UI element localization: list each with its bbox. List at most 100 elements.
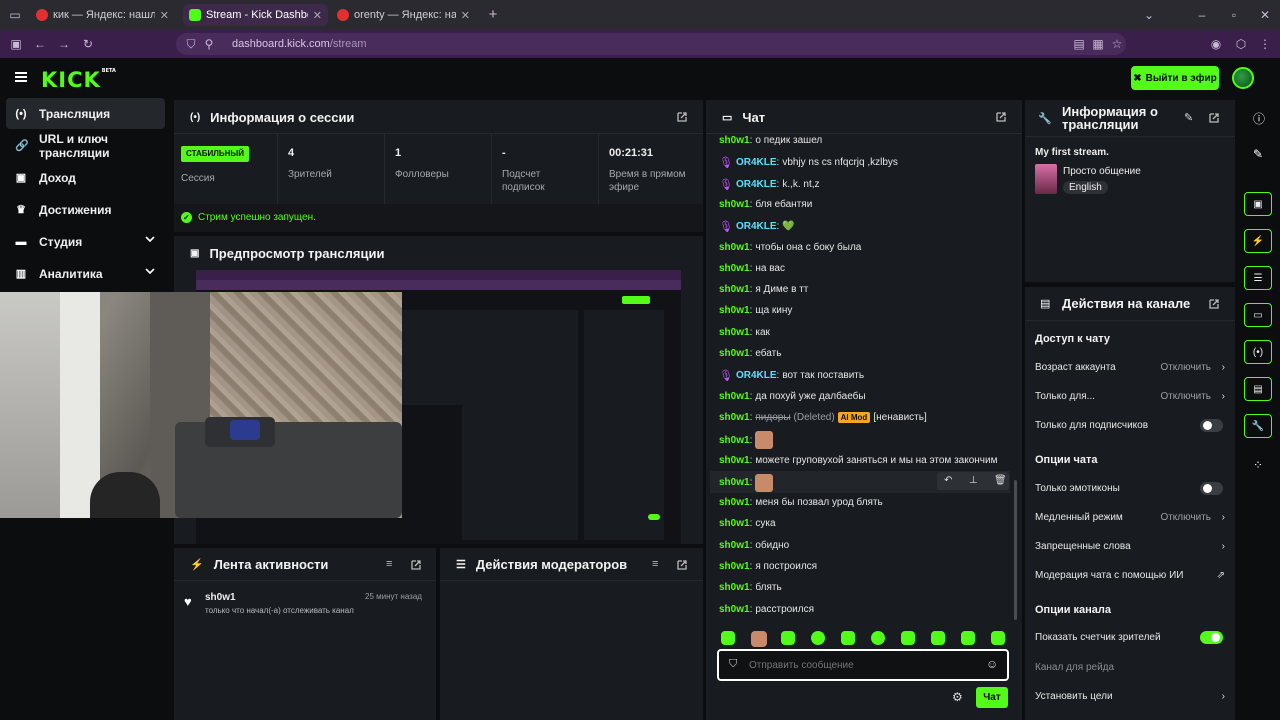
close-tab-icon[interactable]: ✕ [313, 9, 322, 22]
emote-icon[interactable] [781, 631, 795, 645]
chat-username[interactable]: sh0w1 [719, 518, 750, 529]
chevron-down-icon[interactable]: ⌄ [1142, 8, 1156, 22]
activity-user[interactable]: sh0w1 [205, 592, 236, 603]
hamburger-menu-icon[interactable] [15, 72, 27, 82]
chat-message-input[interactable] [749, 658, 979, 672]
close-tab-icon[interactable]: ✕ [461, 9, 470, 22]
send-chat-button[interactable]: Чат [976, 687, 1008, 708]
emotes-only-toggle[interactable] [1200, 482, 1223, 495]
rail-mod-actions-button[interactable]: ☰ [1244, 266, 1272, 290]
chat-username[interactable]: sh0w1 [719, 263, 750, 274]
extensions-icon[interactable]: ⬡ [1234, 37, 1248, 51]
reader-icon[interactable]: ▦ [1091, 37, 1105, 51]
chat-username[interactable]: sh0w1 [719, 540, 750, 551]
chat-emote-icon[interactable] [755, 431, 774, 450]
chat-username[interactable]: sh0w1 [719, 327, 750, 338]
chat-username[interactable]: OR4KLE [736, 179, 777, 190]
delete-icon[interactable]: 🗑 [994, 475, 1007, 486]
go-live-button[interactable]: ✖ Выйти в эфир [1131, 66, 1219, 90]
rail-channel-actions-button[interactable]: ▤ [1244, 377, 1272, 401]
sidebar-item-broadcast[interactable]: (•) Трансляция [6, 98, 165, 129]
bookmark-star-icon[interactable]: ☆ [1110, 37, 1124, 51]
filter-icon[interactable]: ≡ [386, 558, 392, 570]
sidebar-item-achievements[interactable]: ♛ Достижения [6, 194, 165, 225]
browser-tab-1[interactable]: кик — Яндекс: нашлось 236 тыс. результат… [30, 4, 175, 26]
rail-chat-button[interactable]: ▭ [1244, 303, 1272, 327]
chat-username[interactable]: sh0w1 [719, 199, 750, 210]
pin-icon[interactable]: ⊥ [969, 475, 978, 486]
rail-session-button[interactable]: ▣ [1244, 192, 1272, 216]
menu-icon[interactable]: ⋮ [1258, 37, 1272, 51]
maximize-icon[interactable]: ▫ [1227, 8, 1241, 22]
row-account-age[interactable]: Возраст аккаунта Отключить › [1035, 362, 1225, 373]
row-slow-mode[interactable]: Медленный режим Отключить › [1035, 512, 1225, 523]
url-field[interactable]: ⛉ ⚲ dashboard.kick.com/stream [176, 33, 1126, 55]
chat-input-box[interactable]: ⛉ ☺ [717, 649, 1009, 681]
emoji-picker-icon[interactable]: ☺ [986, 657, 998, 671]
forward-icon[interactable]: → [57, 37, 71, 51]
emote-icon[interactable] [811, 631, 825, 645]
popout-icon[interactable] [995, 111, 1007, 123]
edit-icon[interactable]: ✎ [1253, 147, 1263, 161]
chat-username[interactable]: sh0w1 [719, 348, 750, 359]
chat-scrollbar[interactable] [1014, 480, 1017, 620]
chat-username[interactable]: sh0w1 [719, 391, 750, 402]
chat-username[interactable]: sh0w1 [719, 582, 750, 593]
popout-icon[interactable] [1208, 298, 1220, 310]
chat-username[interactable]: OR4KLE [736, 221, 777, 232]
site-settings-icon[interactable]: ⚲ [202, 37, 216, 51]
emote-icon[interactable] [931, 631, 945, 645]
shield-icon[interactable]: ⛉ [729, 658, 737, 671]
screenshot-icon[interactable]: ▤ [1072, 37, 1086, 51]
chat-username[interactable]: OR4KLE [736, 370, 777, 381]
chat-username[interactable]: sh0w1 [719, 242, 750, 253]
kick-logo[interactable]: KICKBETA [41, 68, 116, 92]
browser-tab-2[interactable]: Stream - Kick Dashboard ✕ [183, 4, 328, 26]
filter-icon[interactable]: ≡ [652, 558, 658, 570]
category-name[interactable]: Просто общение [1063, 166, 1141, 177]
reply-icon[interactable]: ↶ [944, 475, 952, 486]
reload-icon[interactable]: ↻ [81, 37, 95, 51]
info-icon[interactable]: ⓘ [1253, 110, 1265, 127]
new-tab-button[interactable]: + [486, 7, 500, 22]
emote-icon[interactable] [841, 631, 855, 645]
back-icon[interactable]: ← [33, 37, 47, 51]
close-tab-icon[interactable]: ✕ [160, 9, 169, 22]
popout-icon[interactable] [676, 111, 688, 123]
emote-icon[interactable] [751, 631, 767, 647]
sidebar-item-analytics[interactable]: ▥ Аналитика [6, 258, 165, 289]
emote-icon[interactable] [991, 631, 1005, 645]
chat-username[interactable]: sh0w1 [719, 135, 750, 146]
shield-icon[interactable]: ⛉ [184, 37, 198, 51]
profile-icon[interactable]: ◉ [1209, 37, 1223, 51]
sidebar-item-url-key[interactable]: 🔗 URL и ключ трансляции [6, 130, 165, 161]
sidebar-item-studio[interactable]: ▬ Студия [6, 226, 165, 257]
rail-stream-info-button[interactable]: 🔧 [1244, 414, 1272, 438]
emote-icon[interactable] [901, 631, 915, 645]
close-window-icon[interactable]: ✕ [1258, 8, 1272, 22]
popout-icon[interactable] [1208, 112, 1220, 124]
subs-only-toggle[interactable] [1200, 419, 1223, 432]
chat-username[interactable]: sh0w1 [719, 435, 750, 446]
chat-username[interactable]: sh0w1 [719, 455, 750, 466]
row-set-goals[interactable]: Установить цели › [1035, 691, 1225, 702]
user-avatar[interactable] [1232, 67, 1254, 89]
chat-username[interactable]: sh0w1 [719, 412, 750, 423]
chat-username[interactable]: sh0w1 [719, 284, 750, 295]
popout-icon[interactable] [676, 559, 688, 571]
rail-activity-button[interactable]: ⚡ [1244, 229, 1272, 253]
layout-icon[interactable]: ⁘ [1253, 458, 1263, 472]
chat-username[interactable]: sh0w1 [719, 477, 750, 488]
emote-icon[interactable] [721, 631, 735, 645]
popout-icon[interactable] [410, 559, 422, 571]
browser-tab-3[interactable]: orenty — Яндекс: нашлось 2 тыс. результа… [331, 4, 476, 26]
chat-settings-gear-icon[interactable]: ⚙ [952, 690, 963, 704]
minimize-icon[interactable]: – [1195, 8, 1209, 22]
rail-broadcast-button[interactable]: (•) [1244, 340, 1272, 364]
sidebar-toggle-icon[interactable]: ▣ [9, 37, 23, 51]
row-raid-channel[interactable]: Канал для рейда [1035, 662, 1225, 673]
chat-username[interactable]: sh0w1 [719, 604, 750, 615]
chat-emote-icon[interactable] [755, 473, 774, 492]
row-banned-words[interactable]: Запрещенные слова › [1035, 541, 1225, 552]
row-ai-moderation[interactable]: Модерация чата с помощью ИИ ⇗ [1035, 570, 1225, 581]
